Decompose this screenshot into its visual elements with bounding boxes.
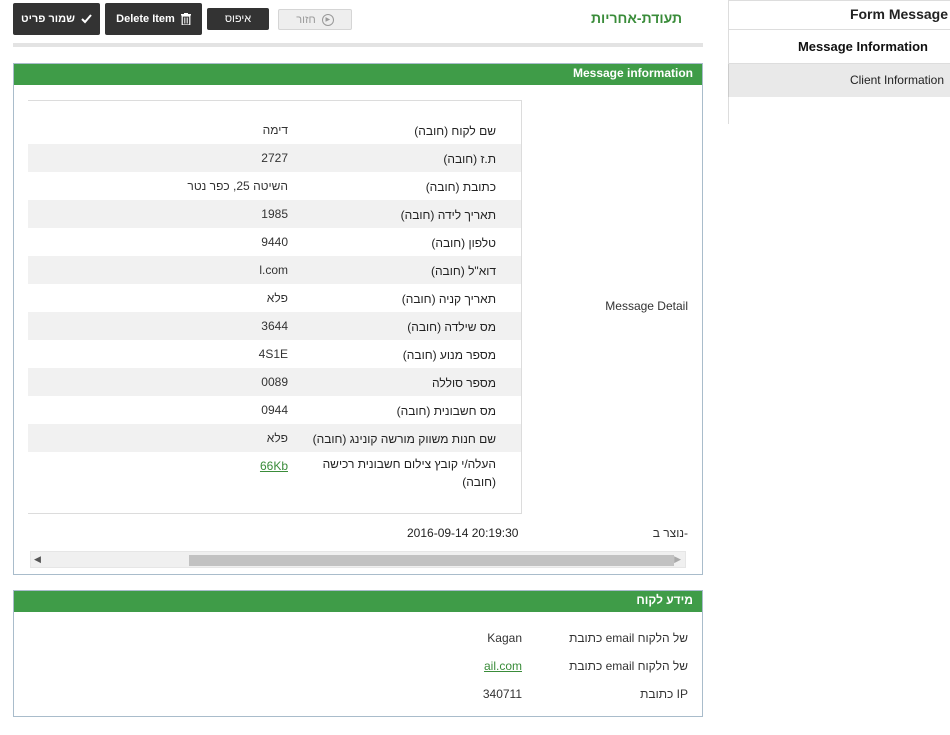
field-value: פלא	[266, 291, 288, 305]
scroll-right-arrow-icon[interactable]: ▶	[674, 554, 681, 565]
field-value: 1985	[261, 207, 288, 221]
client-field-label: כתובת IP	[640, 687, 688, 701]
field-label: תאריך לידה (חובה)	[400, 208, 496, 222]
client-field-value: Kagan	[487, 631, 522, 645]
sidebar-item-client-information[interactable]: Client Information	[728, 64, 950, 97]
play-circle-icon: ▶	[321, 13, 334, 26]
message-detail-label: Message Detail	[605, 299, 688, 313]
invoice-file-link[interactable]: 66Kb	[260, 459, 288, 473]
table-row: דוא"ל (חובה) l.com	[28, 256, 521, 284]
scroll-left-arrow-icon[interactable]: ◀	[34, 554, 41, 565]
client-field-label: כתובת email של הלקוח	[569, 659, 688, 673]
message-information-panel: Message information Message Detail שם לק…	[13, 63, 703, 575]
table-row: מספר סוללה 0089	[28, 368, 521, 396]
side-nav-title: Form Message	[728, 0, 950, 30]
field-value: 0089	[261, 375, 288, 389]
field-label: מס חשבונית (חובה)	[396, 404, 496, 418]
client-information-heading: מידע לקוח	[14, 591, 702, 612]
table-row: ת.ז (חובה) 2727	[28, 144, 521, 172]
table-row: טלפון (חובה) 9440	[28, 228, 521, 256]
toolbar: שמור פריט Delete Item איפוס חזור ▶ תעודת…	[13, 3, 703, 47]
horizontal-scrollbar[interactable]: ◀ ▶	[30, 551, 686, 568]
field-value: 9440	[261, 235, 288, 249]
client-email-link[interactable]: ail.com	[484, 659, 522, 673]
table-row: שם חנות משווק מורשה קונינג (חובה) פלא	[28, 424, 521, 452]
save-button[interactable]: שמור פריט	[13, 3, 100, 35]
page-title: תעודת-אחריות	[590, 10, 682, 26]
field-value: השיטה 25, כפר נטר	[187, 179, 288, 193]
sidebar-item-message-information[interactable]: Message Information	[728, 30, 950, 64]
table-row: מס חשבונית (חובה) 0944	[28, 396, 521, 424]
delete-label: Delete Item	[116, 13, 175, 25]
field-label: מספר סוללה	[431, 376, 496, 390]
save-label: שמור פריט	[21, 13, 75, 25]
scrollbar-thumb[interactable]	[189, 555, 674, 566]
field-value: דימה	[262, 123, 288, 137]
delete-item-button[interactable]: Delete Item	[105, 3, 202, 35]
table-row: כתובת (חובה) השיטה 25, כפר נטר	[28, 172, 521, 200]
field-label: דוא"ל (חובה)	[430, 264, 496, 278]
field-label: שם חנות משווק מורשה קונינג (חובה)	[312, 432, 496, 446]
client-field-value: 340711	[482, 687, 522, 701]
field-value: 3644	[261, 319, 288, 333]
message-information-heading: Message information	[14, 64, 702, 85]
client-row: כתובת email של הלקוח ail.com	[14, 651, 702, 679]
field-label: טלפון (חובה)	[431, 236, 496, 250]
back-button[interactable]: חזור ▶	[278, 9, 352, 30]
client-row: כתובת IP 340711	[14, 679, 702, 707]
table-row: מספר מנוע (חובה) 4S1E	[28, 340, 521, 368]
client-information-panel: מידע לקוח כתובת email של הלקוח Kagan כתו…	[13, 590, 703, 717]
table-row: תאריך לידה (חובה) 1985	[28, 200, 521, 228]
table-row: תאריך קניה (חובה) פלא	[28, 284, 521, 312]
field-value: 0944	[261, 403, 288, 417]
created-label: נוצר ב-	[652, 526, 688, 540]
table-row: מס שילדה (חובה) 3644	[28, 312, 521, 340]
check-icon	[81, 14, 92, 24]
field-label: שם לקוח (חובה)	[414, 124, 496, 138]
side-nav-border	[728, 97, 950, 124]
table-row: העלה/י קובץ צילום חשבונית רכישה (חובה) 6…	[28, 452, 521, 496]
trash-icon	[180, 13, 191, 25]
field-label: העלה/י קובץ צילום חשבונית רכישה (חובה)	[322, 457, 496, 489]
field-value: 2727	[261, 151, 288, 165]
side-nav: Form Message Message Information Client …	[728, 0, 950, 124]
field-label: מס שילדה (חובה)	[407, 320, 496, 334]
back-label: חזור	[296, 13, 316, 26]
message-detail-table: שם לקוח (חובה) דימה ת.ז (חובה) 2727 כתוב…	[28, 100, 522, 514]
field-label: כתובת (חובה)	[425, 180, 496, 194]
client-row: כתובת email של הלקוח Kagan	[14, 623, 702, 651]
table-row: שם לקוח (חובה) דימה	[28, 116, 521, 144]
field-value: פלא	[266, 431, 288, 445]
field-value: 4S1E	[258, 347, 288, 361]
field-label: מספר מנוע (חובה)	[402, 348, 496, 362]
client-field-label: כתובת email של הלקוח	[569, 631, 688, 645]
field-value: l.com	[259, 263, 288, 277]
field-label: ת.ז (חובה)	[443, 152, 496, 166]
created-timestamp: 2016-09-14 20:19:30	[407, 526, 519, 540]
field-label: תאריך קניה (חובה)	[401, 292, 496, 306]
reset-button[interactable]: איפוס	[207, 8, 269, 30]
